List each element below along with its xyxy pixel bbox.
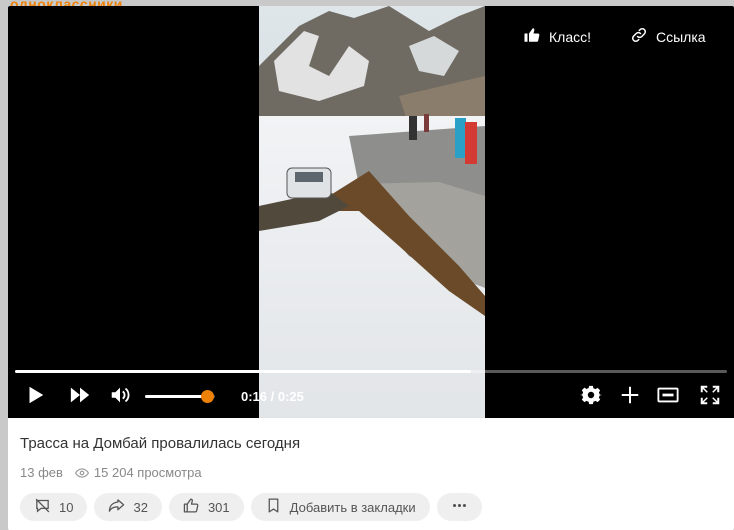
views-count: 15 204 просмотра bbox=[93, 465, 202, 480]
link-label: Ссылка bbox=[656, 28, 706, 45]
volume-icon bbox=[109, 384, 131, 411]
control-bar: 0:16 / 0:25 bbox=[8, 380, 734, 414]
comments-button[interactable]: 10 bbox=[20, 493, 88, 521]
subtitles-icon bbox=[657, 384, 679, 411]
video-date: 13 фев bbox=[20, 465, 63, 480]
volume-fill bbox=[145, 395, 208, 398]
video-frame[interactable] bbox=[259, 6, 485, 418]
comments-count: 10 bbox=[59, 499, 74, 515]
settings-icon bbox=[580, 384, 602, 411]
volume-slider[interactable] bbox=[145, 390, 215, 403]
add-button[interactable] bbox=[617, 384, 643, 410]
video-layer: Класс! Ссылка 0:16 / 0:25 Трасса на Домб… bbox=[8, 6, 734, 530]
klass-label: Класс! bbox=[549, 28, 591, 45]
video-info: Трасса на Домбай провалилась сегодня 13 … bbox=[8, 418, 734, 530]
volume-knob[interactable] bbox=[201, 390, 215, 403]
like-button[interactable]: 301 bbox=[168, 493, 244, 521]
link-icon bbox=[630, 26, 648, 47]
bookmark-icon bbox=[265, 497, 282, 517]
next-icon bbox=[69, 384, 91, 411]
thumbs-up-icon bbox=[523, 26, 541, 47]
more-icon bbox=[451, 497, 468, 517]
next-button[interactable] bbox=[67, 384, 93, 410]
comments-off-icon bbox=[34, 497, 51, 517]
eye-icon bbox=[74, 467, 89, 478]
like-icon bbox=[183, 497, 200, 517]
volume-button[interactable] bbox=[107, 384, 133, 410]
video-player[interactable]: Класс! Ссылка 0:16 / 0:25 bbox=[8, 6, 734, 418]
more-button[interactable] bbox=[436, 493, 482, 521]
fullscreen-button[interactable] bbox=[697, 384, 723, 410]
plus-icon bbox=[619, 384, 641, 411]
play-button[interactable] bbox=[22, 384, 48, 410]
action-bar: 10 32 301 Добавить в закладки bbox=[20, 493, 482, 521]
bookmark-button[interactable]: Добавить в закладки bbox=[250, 493, 430, 521]
share-button[interactable]: 32 bbox=[94, 493, 162, 521]
subtitles-button[interactable] bbox=[655, 384, 681, 410]
likes-count: 301 bbox=[207, 499, 230, 515]
play-icon bbox=[24, 384, 46, 411]
bookmark-label: Добавить в закладки bbox=[289, 499, 416, 515]
time-display: 0:16 / 0:25 bbox=[241, 389, 304, 404]
shares-count: 32 bbox=[133, 499, 148, 515]
progress-bar[interactable] bbox=[15, 370, 727, 373]
progress-fill bbox=[15, 370, 471, 373]
klass-button[interactable]: Класс! bbox=[523, 26, 591, 47]
link-button[interactable]: Ссылка bbox=[630, 26, 706, 47]
fullscreen-icon bbox=[699, 384, 721, 411]
video-title: Трасса на Домбай провалилась сегодня bbox=[20, 435, 301, 452]
share-icon bbox=[108, 497, 125, 517]
settings-button[interactable] bbox=[578, 384, 604, 410]
video-meta: 13 фев 15 204 просмотра bbox=[20, 465, 202, 480]
